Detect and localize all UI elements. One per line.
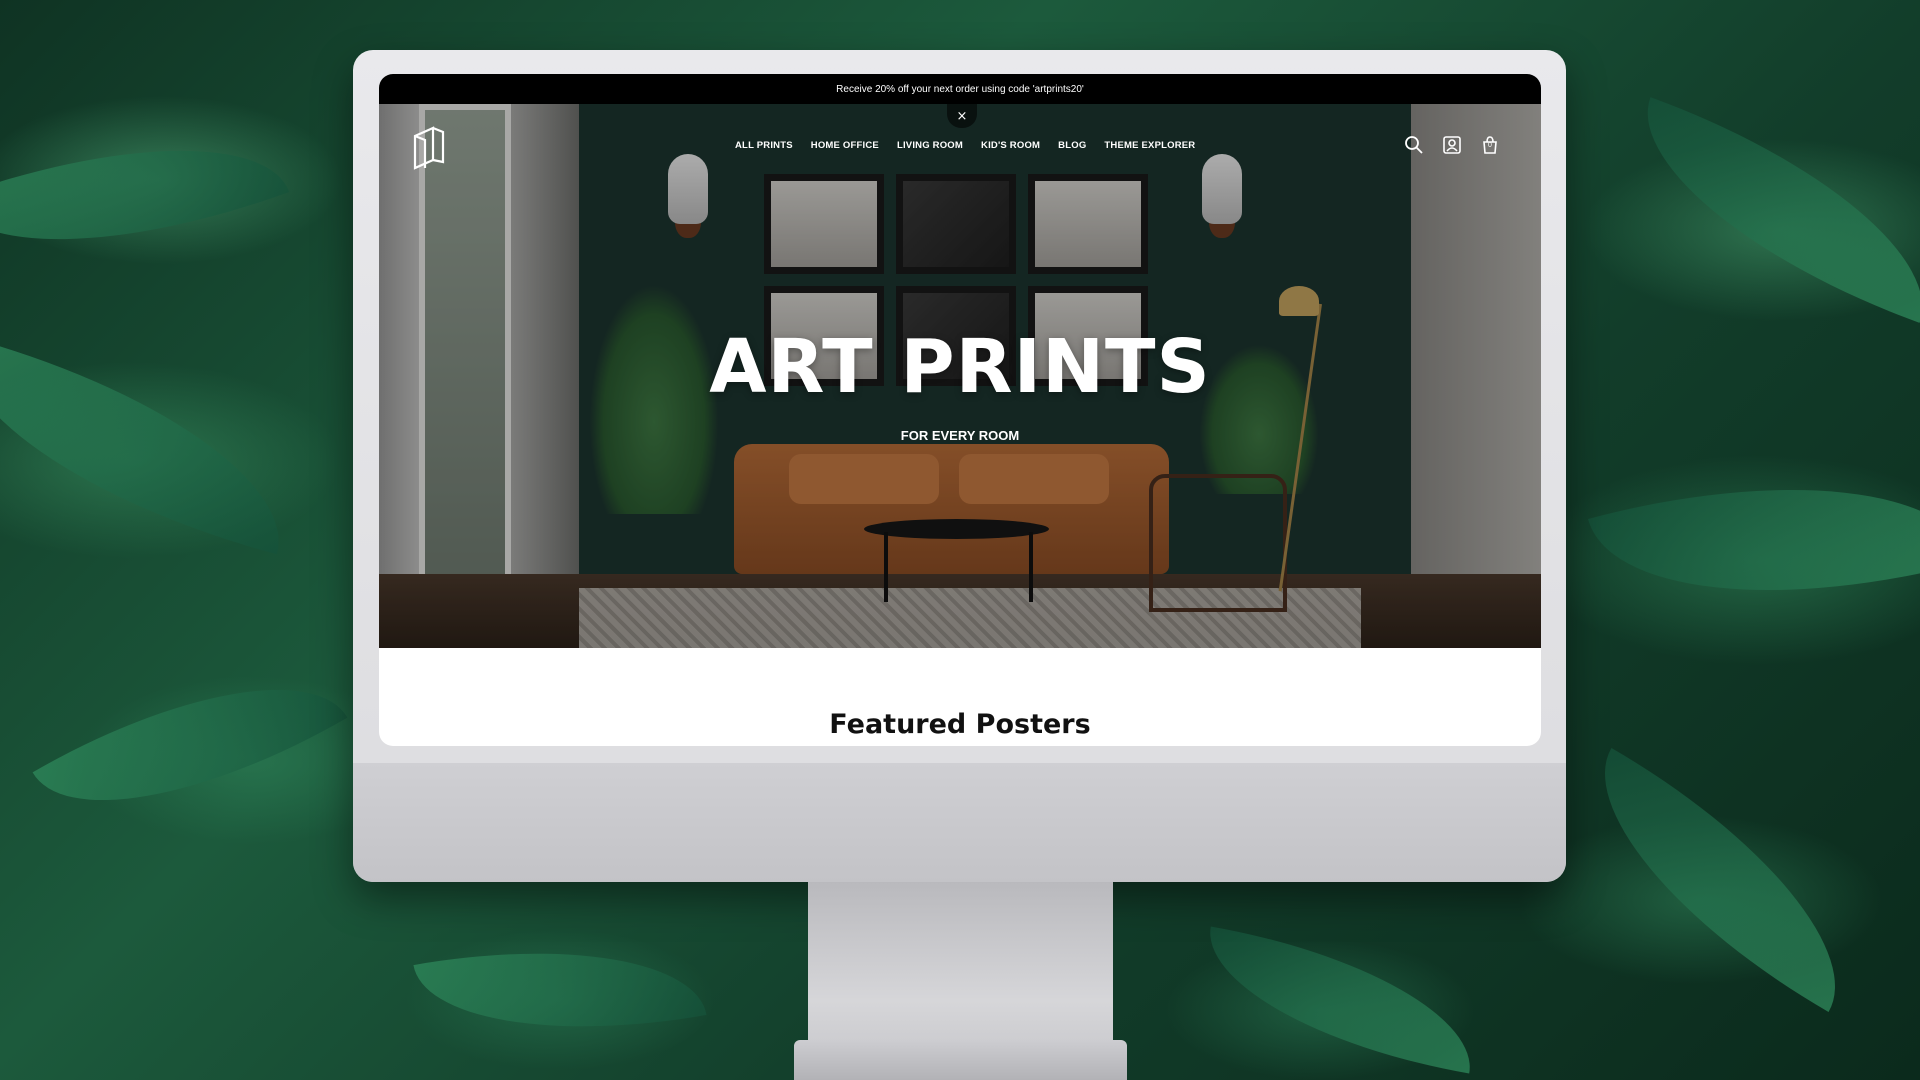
leaf-decoration <box>413 916 707 1064</box>
nav-blog[interactable]: BLOG <box>1058 140 1086 151</box>
website-screen: Receive 20% off your next order using co… <box>379 74 1541 746</box>
monitor-stand-base <box>794 1040 1127 1080</box>
leaf-decoration <box>1193 926 1487 1074</box>
main-nav: ALL PRINTS HOME OFFICE LIVING ROOM KID'S… <box>735 140 1195 151</box>
site-logo[interactable] <box>411 124 447 170</box>
nav-living-room[interactable]: LIVING ROOM <box>897 140 963 151</box>
hero-subtitle: FOR EVERY ROOM <box>900 428 1020 443</box>
hero-section: × ALL PRINTS HOME OFFICE LIVING ROOM KID… <box>379 104 1541 648</box>
leaf-decoration <box>0 335 311 555</box>
header-icons: 0 <box>1403 134 1501 156</box>
nav-theme-explorer[interactable]: THEME EXPLORER <box>1104 140 1195 151</box>
nav-all-prints[interactable]: ALL PRINTS <box>735 140 793 151</box>
book-logo-icon <box>413 126 445 170</box>
user-icon[interactable] <box>1441 134 1463 156</box>
leaf-decoration <box>0 88 290 302</box>
leaf-decoration <box>1551 748 1889 1012</box>
nav-home-office[interactable]: HOME OFFICE <box>811 140 879 151</box>
monitor-chin <box>353 763 1566 882</box>
background-scene: Receive 20% off your next order using co… <box>0 0 1920 1080</box>
announcement-text: Receive 20% off your next order using co… <box>836 83 1084 95</box>
cart-icon[interactable]: 0 <box>1479 134 1501 156</box>
leaf-decoration <box>1609 97 1920 323</box>
leaf-decoration <box>1588 425 1920 655</box>
nav-kids-room[interactable]: KID'S ROOM <box>981 140 1040 151</box>
featured-heading: Featured Posters <box>829 709 1091 740</box>
announcement-bar: Receive 20% off your next order using co… <box>379 74 1541 104</box>
featured-section: Featured Posters <box>379 648 1541 746</box>
hero-title: ART PRINTS <box>709 324 1211 410</box>
cart-count: 0 <box>1488 142 1492 149</box>
search-icon[interactable] <box>1403 134 1425 156</box>
close-icon: × <box>956 108 968 124</box>
leaf-decoration <box>32 622 348 868</box>
